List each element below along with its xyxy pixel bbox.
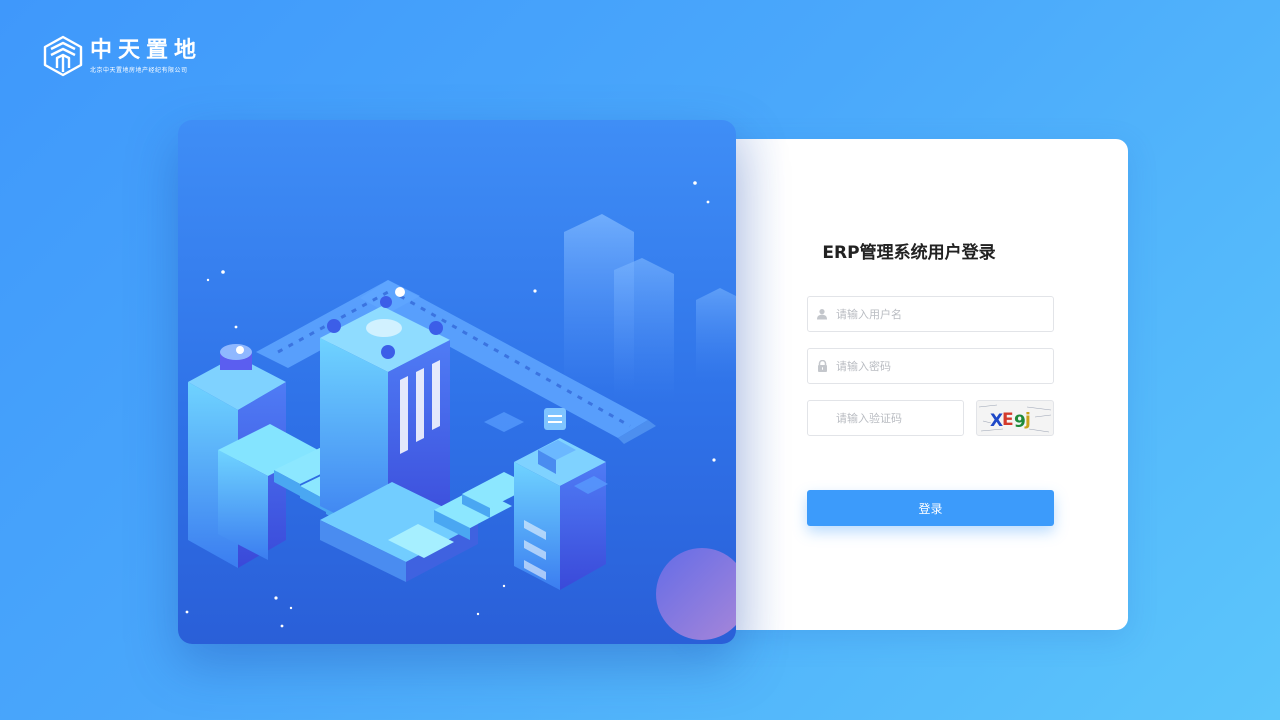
background-buildings [564, 214, 736, 400]
captcha-char: j [1024, 410, 1031, 430]
hero-illustration [178, 120, 736, 644]
username-field [807, 296, 1054, 332]
captcha-char: E [1002, 410, 1014, 430]
decorative-orb [656, 548, 736, 640]
username-input[interactable] [836, 297, 1053, 331]
brand-subtitle: 北京中天置地房地产经纪有限公司 [90, 67, 188, 74]
login-button[interactable]: 登录 [807, 490, 1054, 526]
brand-logo-icon [43, 35, 83, 77]
password-input[interactable] [836, 349, 1053, 383]
lock-icon [808, 360, 836, 372]
login-card: ERP管理系统用户登录 X E 9 j 登录 [690, 139, 1128, 630]
password-field [807, 348, 1054, 384]
brand: 中天置地 北京中天置地房地产经纪有限公司 [42, 34, 202, 78]
captcha-field [807, 400, 964, 436]
brand-name: 中天置地 [90, 38, 203, 63]
captcha-image[interactable]: X E 9 j [976, 400, 1054, 436]
captcha-input[interactable] [836, 401, 963, 435]
login-title: ERP管理系统用户登录 [822, 243, 996, 263]
user-icon [808, 308, 836, 320]
